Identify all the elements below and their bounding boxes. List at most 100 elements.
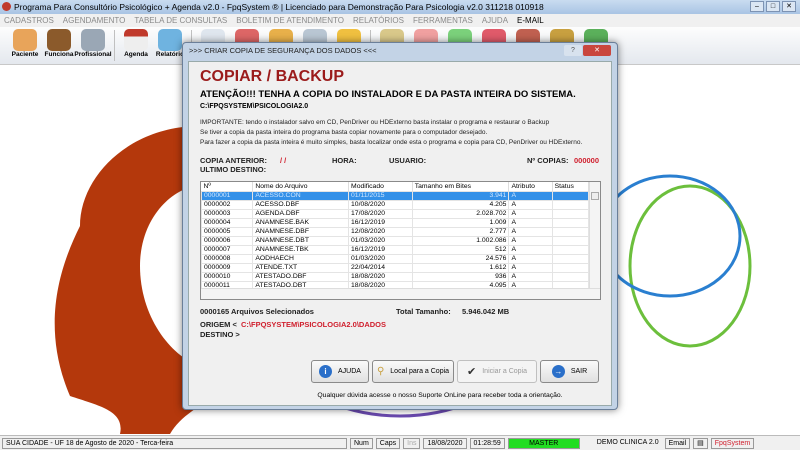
table-cell: 12/08/2020 xyxy=(348,226,413,237)
maximize-button[interactable]: □ xyxy=(766,1,780,12)
employee-icon xyxy=(47,29,71,51)
total-value: 5.946.042 MB xyxy=(462,307,510,316)
table-cell: 0000007 xyxy=(201,244,254,255)
menu-relatorios[interactable]: RELATÓRIOS xyxy=(353,14,404,27)
column-header[interactable]: Modificado xyxy=(348,182,413,191)
status-time: 01:28:59 xyxy=(469,437,505,449)
dialog-title: >>> CRIAR COPIA DE SEGURANÇA DOS DADOS <… xyxy=(189,46,377,55)
copia-anterior-label: COPIA ANTERIOR: xyxy=(200,156,267,165)
doctor-icon xyxy=(81,29,105,51)
table-cell: 0000010 xyxy=(201,271,254,282)
status-ins: Ins xyxy=(403,437,421,449)
table-cell: ANAMNESE.TBK xyxy=(252,244,350,255)
total-label: Total Tamanho: xyxy=(396,307,451,316)
hora-label: HORA: xyxy=(332,156,357,165)
menu-ferramentas[interactable]: FERRAMENTAS xyxy=(413,14,473,27)
table-cell xyxy=(551,199,590,210)
ajuda-button[interactable]: i AJUDA xyxy=(311,360,369,383)
table-cell: 2.028.702 xyxy=(411,208,510,219)
ultimo-destino-label: ULTIMO DESTINO: xyxy=(200,165,267,174)
status-brand: FpqSystem xyxy=(710,437,755,449)
menu-ajuda[interactable]: AJUDA xyxy=(482,14,508,27)
table-cell: 0000003 xyxy=(201,208,254,219)
table-cell: 18/08/2020 xyxy=(348,271,413,282)
table-row[interactable]: 0000013BACKUP.DBF18/08/2020419A xyxy=(201,298,590,299)
table-row[interactable]: 0000009 ATENDE.TXT 22/04/2014 1.612 A xyxy=(201,262,590,273)
menu-cadastros[interactable]: CADASTROS xyxy=(4,14,54,27)
minimize-button[interactable]: – xyxy=(750,1,764,12)
table-cell: 01/11/2015 xyxy=(348,190,413,201)
table-cell: ANAMNESE.DBF xyxy=(252,226,350,237)
table-cell: 22/04/2014 xyxy=(348,262,413,273)
window-titlebar: Programa Para Consultório Psicológico + … xyxy=(0,0,800,14)
sair-button[interactable]: → SAIR xyxy=(540,360,599,383)
table-row[interactable]: 0000005 ANAMNESE.DBF 12/08/2020 2.777 A xyxy=(201,226,590,237)
toolbar-agenda[interactable]: Agenda xyxy=(119,27,153,63)
menu-agendamento[interactable]: AGENDAMENTO xyxy=(63,14,126,27)
table-cell: 3.941 xyxy=(411,190,510,201)
printer-icon[interactable]: ▤ xyxy=(693,437,708,449)
table-row[interactable]: 0000003 AGENDA.DBF 17/08/2020 2.028.702 A xyxy=(201,208,590,219)
column-header[interactable]: Nome do Arquivo xyxy=(252,182,350,191)
status-num: Num xyxy=(350,437,373,449)
toolbar-profissional[interactable]: Profissional xyxy=(74,27,112,63)
table-row[interactable]: 0000001 ACESSO.CON 01/11/2015 3.941 A xyxy=(201,190,590,201)
destino-label: DESTINO > xyxy=(200,330,240,339)
table-cell: A xyxy=(508,244,553,255)
table-cell: AGENDA.DBF xyxy=(252,208,350,219)
table-cell: 0000013 xyxy=(201,298,254,299)
table-row[interactable]: 0000007 ANAMNESE.TBK 16/12/2019 512 A xyxy=(201,244,590,255)
status-clinic: DEMO CLINICA 2.0 xyxy=(596,438,659,446)
help-icon[interactable]: ? xyxy=(564,45,582,56)
table-cell: ANAMNESE.DBT xyxy=(252,235,350,246)
table-cell: 1.009 xyxy=(411,217,510,228)
table-row[interactable]: 0000002 ACESSO.DBF 10/08/2020 4.205 A xyxy=(201,199,590,210)
table-cell: 0000001 xyxy=(201,190,254,201)
table-cell: 16/12/2019 xyxy=(348,244,413,255)
table-cell: ACESSO.DBF xyxy=(252,199,350,210)
table-cell: 0000005 xyxy=(201,226,254,237)
menu-email[interactable]: E-MAIL xyxy=(517,14,544,27)
table-cell: AODHAECH xyxy=(252,253,350,264)
table-cell: 01/03/2020 xyxy=(348,253,413,264)
table-cell: ATENDE.TXT xyxy=(252,262,350,273)
patient-icon xyxy=(13,29,37,51)
table-cell: 24.576 xyxy=(411,253,510,264)
dialog-close-button[interactable]: ✕ xyxy=(583,45,611,56)
status-email[interactable]: Email xyxy=(664,437,691,449)
table-cell: 4.205 xyxy=(411,199,510,210)
app-icon xyxy=(2,2,11,11)
column-header[interactable]: Status xyxy=(552,182,590,191)
column-header[interactable]: Tamanho em Bites xyxy=(412,182,510,191)
menu-boletim[interactable]: BOLETIM DE ATENDIMENTO xyxy=(236,14,344,27)
iniciar-copia-button[interactable]: ✔ Iniciar a Copia xyxy=(457,360,537,383)
close-button[interactable]: ✕ xyxy=(782,1,796,12)
table-cell: A xyxy=(508,298,553,299)
horizontal-scrollbar[interactable] xyxy=(201,288,600,299)
table-row[interactable]: 0000004 ANAMNESE.BAK 16/12/2019 1.009 A xyxy=(201,217,590,228)
toolbar-paciente[interactable]: Paciente xyxy=(8,27,42,63)
table-cell xyxy=(551,226,590,237)
table-row[interactable]: 0000008 AODHAECH 01/03/2020 24.576 A xyxy=(201,253,590,264)
table-cell: A xyxy=(508,190,553,201)
table-cell: 17/08/2020 xyxy=(348,208,413,219)
menu-tabela[interactable]: TABELA DE CONSULTAS xyxy=(134,14,227,27)
table-cell: A xyxy=(508,208,553,219)
column-header[interactable]: Atributo xyxy=(508,182,553,191)
table-cell: A xyxy=(508,217,553,228)
vertical-scrollbar[interactable] xyxy=(589,182,600,288)
table-row[interactable]: 0000010 ATESTADO.DBF 18/08/2020 936 A xyxy=(201,271,590,282)
origem-value: C:\FPQSYSTEM\PSICOLOGIA2.0\DADOS xyxy=(241,320,387,329)
local-copia-button[interactable]: ⚲ Local para a Copia xyxy=(372,360,454,383)
window-title: Programa Para Consultório Psicológico + … xyxy=(14,2,544,12)
table-cell: 16/12/2019 xyxy=(348,217,413,228)
ncopias-value: 000000 xyxy=(574,156,600,165)
table-cell: 0000008 xyxy=(201,253,254,264)
table-cell: 1.002.086 xyxy=(411,235,510,246)
table-row[interactable]: 0000006 ANAMNESE.DBT 01/03/2020 1.002.086 A xyxy=(201,235,590,246)
toolbar-funcionario[interactable]: Funciona xyxy=(42,27,76,63)
report-icon xyxy=(158,29,182,51)
file-list[interactable]: Nº Nome do Arquivo Modificado Tamanho em Bi… xyxy=(200,181,601,300)
column-header[interactable]: Nº xyxy=(201,182,254,191)
status-date: 18/08/2020 xyxy=(423,437,467,449)
